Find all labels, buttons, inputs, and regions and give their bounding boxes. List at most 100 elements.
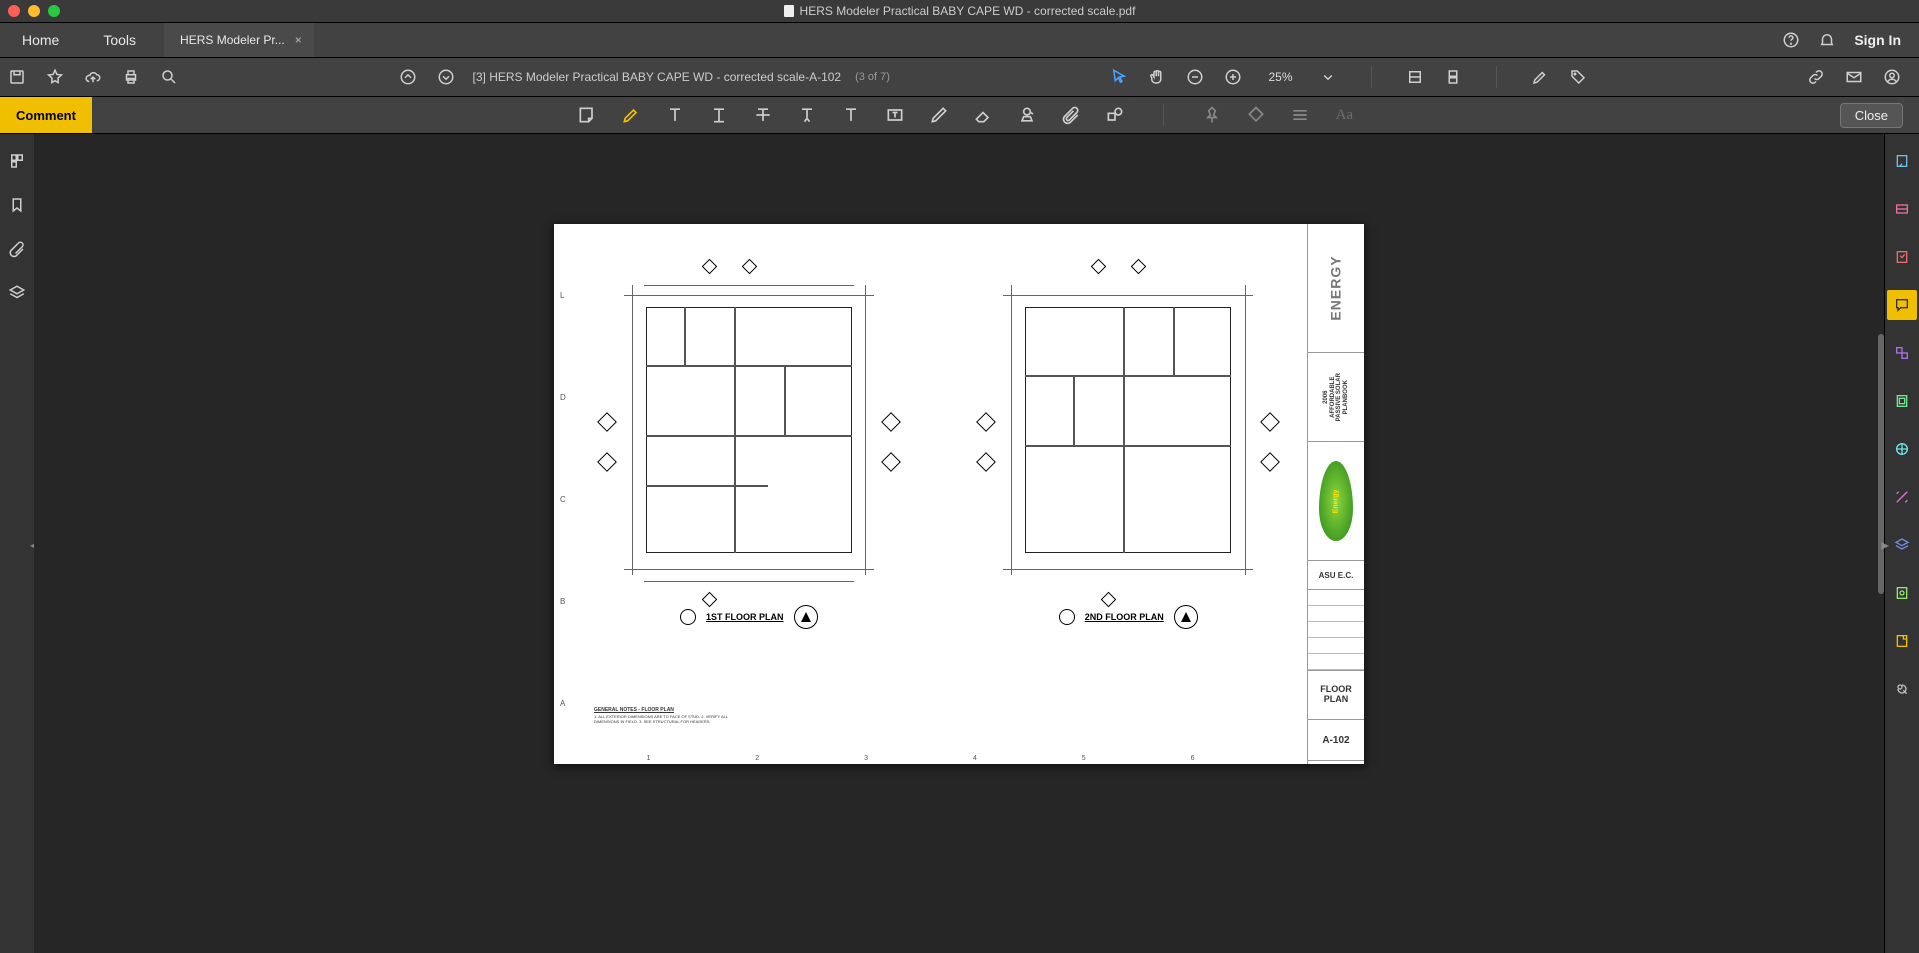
main-body: ◀ L D C B A 123456 <box>0 134 1919 953</box>
drawing-area: L D C B A 123456 <box>554 224 1307 764</box>
underline-text-icon[interactable] <box>709 105 729 125</box>
asu-label: ASU E.C. <box>1308 561 1364 590</box>
sticky-note-icon[interactable] <box>577 105 597 125</box>
plan-key-icon <box>1059 609 1075 625</box>
general-notes: GENERAL NOTES - FLOOR PLAN 1. ALL EXTERI… <box>594 707 754 724</box>
shapes-icon[interactable] <box>1105 105 1125 125</box>
stamp-icon[interactable] <box>1017 105 1037 125</box>
plan-key-icon <box>680 609 696 625</box>
close-toolbar-button[interactable]: Close <box>1840 103 1903 128</box>
energy-logo: ENERGY <box>1308 224 1364 353</box>
line-weight-icon[interactable] <box>1290 105 1310 125</box>
second-floor-title: 2ND FLOOR PLAN <box>1085 612 1164 622</box>
separator <box>1371 66 1372 88</box>
window-minimize-button[interactable] <box>28 5 40 17</box>
window-close-button[interactable] <box>8 5 20 17</box>
hand-tool-icon[interactable] <box>1148 68 1166 86</box>
print-icon[interactable] <box>122 68 140 86</box>
rail-tool-5[interactable] <box>1887 338 1917 368</box>
tab-tools[interactable]: Tools <box>81 23 158 57</box>
pin-icon[interactable] <box>1202 105 1222 125</box>
separator <box>1163 104 1164 126</box>
textbox-icon[interactable] <box>885 105 905 125</box>
attachment-icon[interactable] <box>1061 105 1081 125</box>
tab-home[interactable]: Home <box>0 23 81 57</box>
right-tools-rail: ▶ <box>1884 134 1919 953</box>
zoom-in-icon[interactable] <box>1224 68 1242 86</box>
page-down-icon[interactable] <box>437 68 455 86</box>
revision-grid <box>1308 590 1364 671</box>
profile-icon[interactable] <box>1883 68 1901 86</box>
strikethrough-icon[interactable] <box>753 105 773 125</box>
first-floor-plan: 1ST FLOOR PLAN <box>584 285 914 629</box>
tab-document[interactable]: HERS Modeler Pr... × <box>164 23 314 57</box>
rail-tool-7[interactable] <box>1887 434 1917 464</box>
email-icon[interactable] <box>1845 68 1863 86</box>
bell-icon[interactable] <box>1818 31 1836 49</box>
attachment-panel-icon[interactable] <box>8 240 26 258</box>
eraser-icon[interactable] <box>973 105 993 125</box>
grid-row-labels: L D C B A <box>560 244 566 754</box>
rail-tool-12[interactable] <box>1887 674 1917 704</box>
window-controls <box>0 5 60 17</box>
tab-close-icon[interactable]: × <box>295 33 302 47</box>
sheet-number: A-102 <box>1308 720 1364 761</box>
star-icon[interactable] <box>46 68 64 86</box>
tab-document-label: HERS Modeler Pr... <box>180 33 285 47</box>
sign-in-button[interactable]: Sign In <box>1854 32 1901 48</box>
rail-tool-11[interactable] <box>1887 626 1917 656</box>
page-counter: (3 of 7) <box>855 71 890 83</box>
cloud-upload-icon[interactable] <box>84 68 102 86</box>
search-icon[interactable] <box>160 68 178 86</box>
bookmark-icon[interactable] <box>8 196 26 214</box>
zoom-out-icon[interactable] <box>1186 68 1204 86</box>
rail-tool-8[interactable] <box>1887 482 1917 512</box>
second-floor-plan: 2ND FLOOR PLAN <box>964 285 1294 629</box>
save-icon[interactable] <box>8 68 26 86</box>
planbook-label: 2006AFFORDABLE PASSIVE SOLAR PLANBOOK <box>1308 353 1364 442</box>
pdf-page: L D C B A 123456 <box>554 224 1364 764</box>
insert-text-icon[interactable] <box>841 105 861 125</box>
pdf-file-icon <box>784 5 794 17</box>
zoom-dropdown-icon[interactable] <box>1319 68 1337 86</box>
document-stage[interactable]: L D C B A 123456 <box>34 134 1884 953</box>
window-title-text: HERS Modeler Practical BABY CAPE WD - co… <box>800 4 1136 18</box>
fit-width-icon[interactable] <box>1406 68 1424 86</box>
rail-tool-6[interactable] <box>1887 386 1917 416</box>
rail-tool-comment-active[interactable] <box>1887 290 1917 320</box>
rail-tool-10[interactable] <box>1887 578 1917 608</box>
sheet-title: FLOOR PLAN <box>1308 671 1364 720</box>
font-style-icon[interactable]: Aa <box>1334 105 1354 125</box>
window-titlebar: HERS Modeler Practical BABY CAPE WD - co… <box>0 0 1919 23</box>
first-floor-title: 1ST FLOOR PLAN <box>706 612 784 622</box>
window-title: HERS Modeler Practical BABY CAPE WD - co… <box>0 4 1919 18</box>
fill-color-icon[interactable] <box>1246 105 1266 125</box>
rail-tool-1[interactable] <box>1887 146 1917 176</box>
document-label: [3] HERS Modeler Practical BABY CAPE WD … <box>473 70 842 84</box>
rail-tool-2[interactable] <box>1887 194 1917 224</box>
scroll-mode-icon[interactable] <box>1444 68 1462 86</box>
window-maximize-button[interactable] <box>48 5 60 17</box>
help-icon[interactable] <box>1782 31 1800 49</box>
pencil-icon[interactable] <box>929 105 949 125</box>
share-link-icon[interactable] <box>1807 68 1825 86</box>
replace-text-icon[interactable] <box>797 105 817 125</box>
collapse-right-icon[interactable]: ▶ <box>1881 540 1889 551</box>
tag-tool-icon[interactable] <box>1569 68 1587 86</box>
rail-tool-9[interactable] <box>1887 530 1917 560</box>
thumbnails-icon[interactable] <box>8 152 26 170</box>
main-toolbar: [3] HERS Modeler Practical BABY CAPE WD … <box>0 58 1919 97</box>
zoom-value[interactable]: 25% <box>1268 70 1292 84</box>
draw-tool-icon[interactable] <box>1531 68 1549 86</box>
north-arrow-icon <box>1174 605 1198 629</box>
comment-toolbar: Comment Aa Close <box>0 97 1919 134</box>
selection-tool-icon[interactable] <box>1110 68 1128 86</box>
layers-icon[interactable] <box>8 284 26 302</box>
green-leaf-logo: Energy <box>1308 442 1364 561</box>
rail-tool-3[interactable] <box>1887 242 1917 272</box>
highlight-tool-icon[interactable] <box>621 105 641 125</box>
text-comment-icon[interactable] <box>665 105 685 125</box>
grid-col-labels: 123456 <box>594 755 1247 762</box>
separator <box>1496 66 1497 88</box>
page-up-icon[interactable] <box>399 68 417 86</box>
